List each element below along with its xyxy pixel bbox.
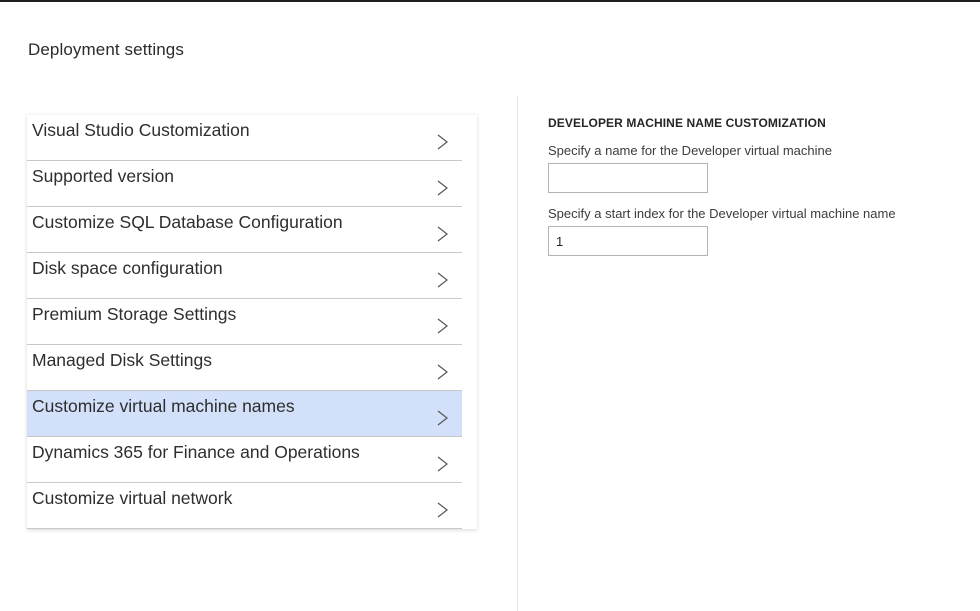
chevron-right-icon	[437, 272, 448, 288]
chevron-right-icon	[437, 134, 448, 150]
settings-list: Visual Studio Customization Supported ve…	[27, 115, 477, 529]
list-item-label: Customize SQL Database Configuration	[32, 212, 343, 232]
list-item-customize-vm-names[interactable]: Customize virtual machine names	[27, 391, 462, 437]
vm-name-input[interactable]	[548, 163, 708, 193]
start-index-input[interactable]	[548, 226, 708, 256]
list-item-premium-storage-settings[interactable]: Premium Storage Settings	[27, 299, 462, 345]
list-item-visual-studio-customization[interactable]: Visual Studio Customization	[27, 115, 462, 161]
list-item-label: Supported version	[32, 166, 175, 186]
list-item-dynamics-365[interactable]: Dynamics 365 for Finance and Operations	[27, 437, 462, 483]
list-item-label: Disk space configuration	[32, 258, 223, 278]
chevron-right-icon	[437, 180, 448, 196]
list-item-label: Visual Studio Customization	[32, 120, 250, 140]
chevron-right-icon	[437, 364, 448, 380]
list-item-disk-space-configuration[interactable]: Disk space configuration	[27, 253, 462, 299]
list-item-managed-disk-settings[interactable]: Managed Disk Settings	[27, 345, 462, 391]
list-item-customize-virtual-network[interactable]: Customize virtual network	[27, 483, 462, 529]
page-title: Deployment settings	[28, 40, 184, 59]
list-item-supported-version[interactable]: Supported version	[27, 161, 462, 207]
list-item-label: Customize virtual machine names	[32, 396, 295, 416]
section-heading: DEVELOPER MACHINE NAME CUSTOMIZATION	[548, 116, 826, 130]
chevron-right-icon	[437, 410, 448, 426]
chevron-right-icon	[437, 456, 448, 472]
list-item-label: Customize virtual network	[32, 488, 233, 508]
list-item-customize-sql-database[interactable]: Customize SQL Database Configuration	[27, 207, 462, 253]
chevron-right-icon	[437, 226, 448, 242]
chevron-right-icon	[437, 318, 448, 334]
start-index-label: Specify a start index for the Developer …	[548, 206, 896, 221]
chevron-right-icon	[437, 502, 448, 518]
list-item-label: Dynamics 365 for Finance and Operations	[32, 442, 360, 462]
vm-name-label: Specify a name for the Developer virtual…	[548, 143, 832, 158]
panel-divider	[517, 96, 518, 611]
top-border	[0, 0, 980, 2]
list-item-label: Premium Storage Settings	[32, 304, 237, 324]
list-item-label: Managed Disk Settings	[32, 350, 212, 370]
